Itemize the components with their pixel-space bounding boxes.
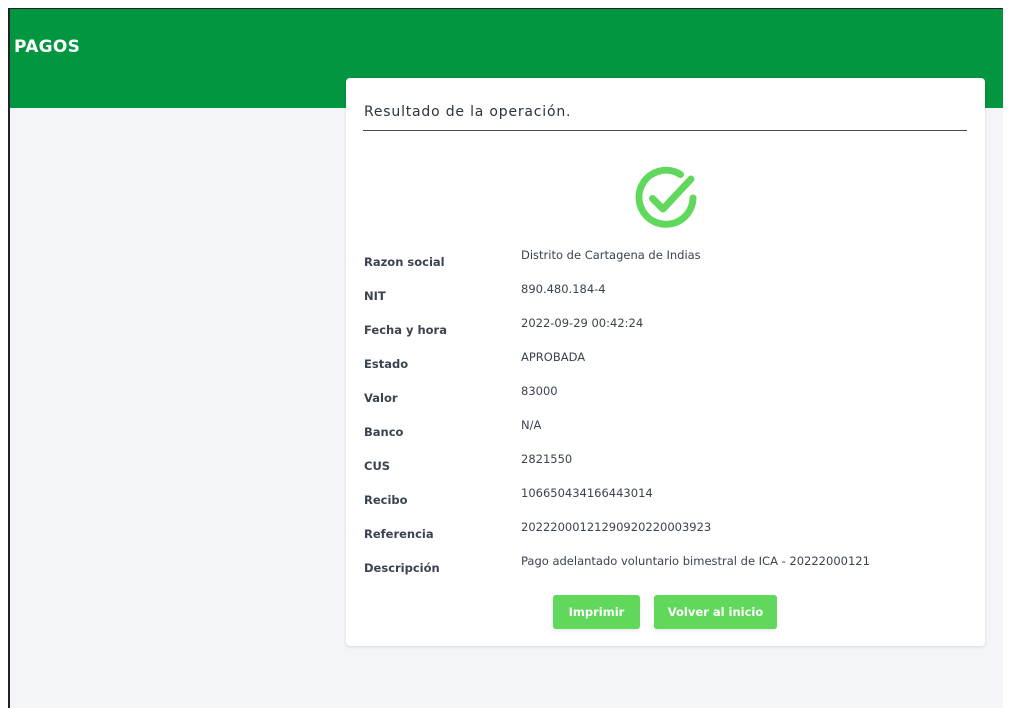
detail-value: 2821550 xyxy=(521,452,573,466)
detail-value: 106650434166443014 xyxy=(521,486,653,500)
result-card: Resultado de la operación. Razon social … xyxy=(346,78,985,646)
detail-value: Pago adelantado voluntario bimestral de … xyxy=(521,554,870,568)
detail-value: Distrito de Cartagena de Indias xyxy=(521,248,701,262)
detail-label: NIT xyxy=(364,289,386,303)
detail-label: Descripción xyxy=(364,561,440,575)
detail-row-descripcion: Descripción Pago adelantado voluntario b… xyxy=(364,554,964,575)
card-divider xyxy=(363,130,967,131)
app-window: PAGOS Resultado de la operación. Razon s… xyxy=(8,8,1003,708)
detail-label: Banco xyxy=(364,425,404,439)
card-title: Resultado de la operación. xyxy=(364,104,572,120)
detail-value: 20222000121290920220003923 xyxy=(521,520,712,534)
detail-value: APROBADA xyxy=(521,350,586,364)
detail-label: Estado xyxy=(364,357,409,371)
detail-label: Fecha y hora xyxy=(364,323,447,337)
print-button[interactable]: Imprimir xyxy=(553,595,640,629)
detail-label: Referencia xyxy=(364,527,434,541)
detail-row-cus: CUS 2821550 xyxy=(364,452,964,473)
detail-label: CUS xyxy=(364,459,391,473)
back-to-home-button[interactable]: Volver al inicio xyxy=(654,595,777,629)
detail-value: 890.480.184-4 xyxy=(521,282,606,296)
detail-row-nit: NIT 890.480.184-4 xyxy=(364,282,964,303)
detail-row-banco: Banco N/A xyxy=(364,418,964,439)
check-circle-icon xyxy=(635,166,697,228)
detail-row-referencia: Referencia 20222000121290920220003923 xyxy=(364,520,964,541)
detail-row-valor: Valor 83000 xyxy=(364,384,964,405)
detail-label: Razon social xyxy=(364,255,445,269)
detail-row-razon-social: Razon social Distrito de Cartagena de In… xyxy=(364,248,964,269)
detail-value: 83000 xyxy=(521,384,558,398)
detail-label: Recibo xyxy=(364,493,408,507)
detail-row-estado: Estado APROBADA xyxy=(364,350,964,371)
app-title: PAGOS xyxy=(14,37,81,57)
detail-label: Valor xyxy=(364,391,398,405)
detail-row-recibo: Recibo 106650434166443014 xyxy=(364,486,964,507)
detail-row-fecha-hora: Fecha y hora 2022-09-29 00:42:24 xyxy=(364,316,964,337)
detail-value: 2022-09-29 00:42:24 xyxy=(521,316,644,330)
detail-value: N/A xyxy=(521,418,542,432)
